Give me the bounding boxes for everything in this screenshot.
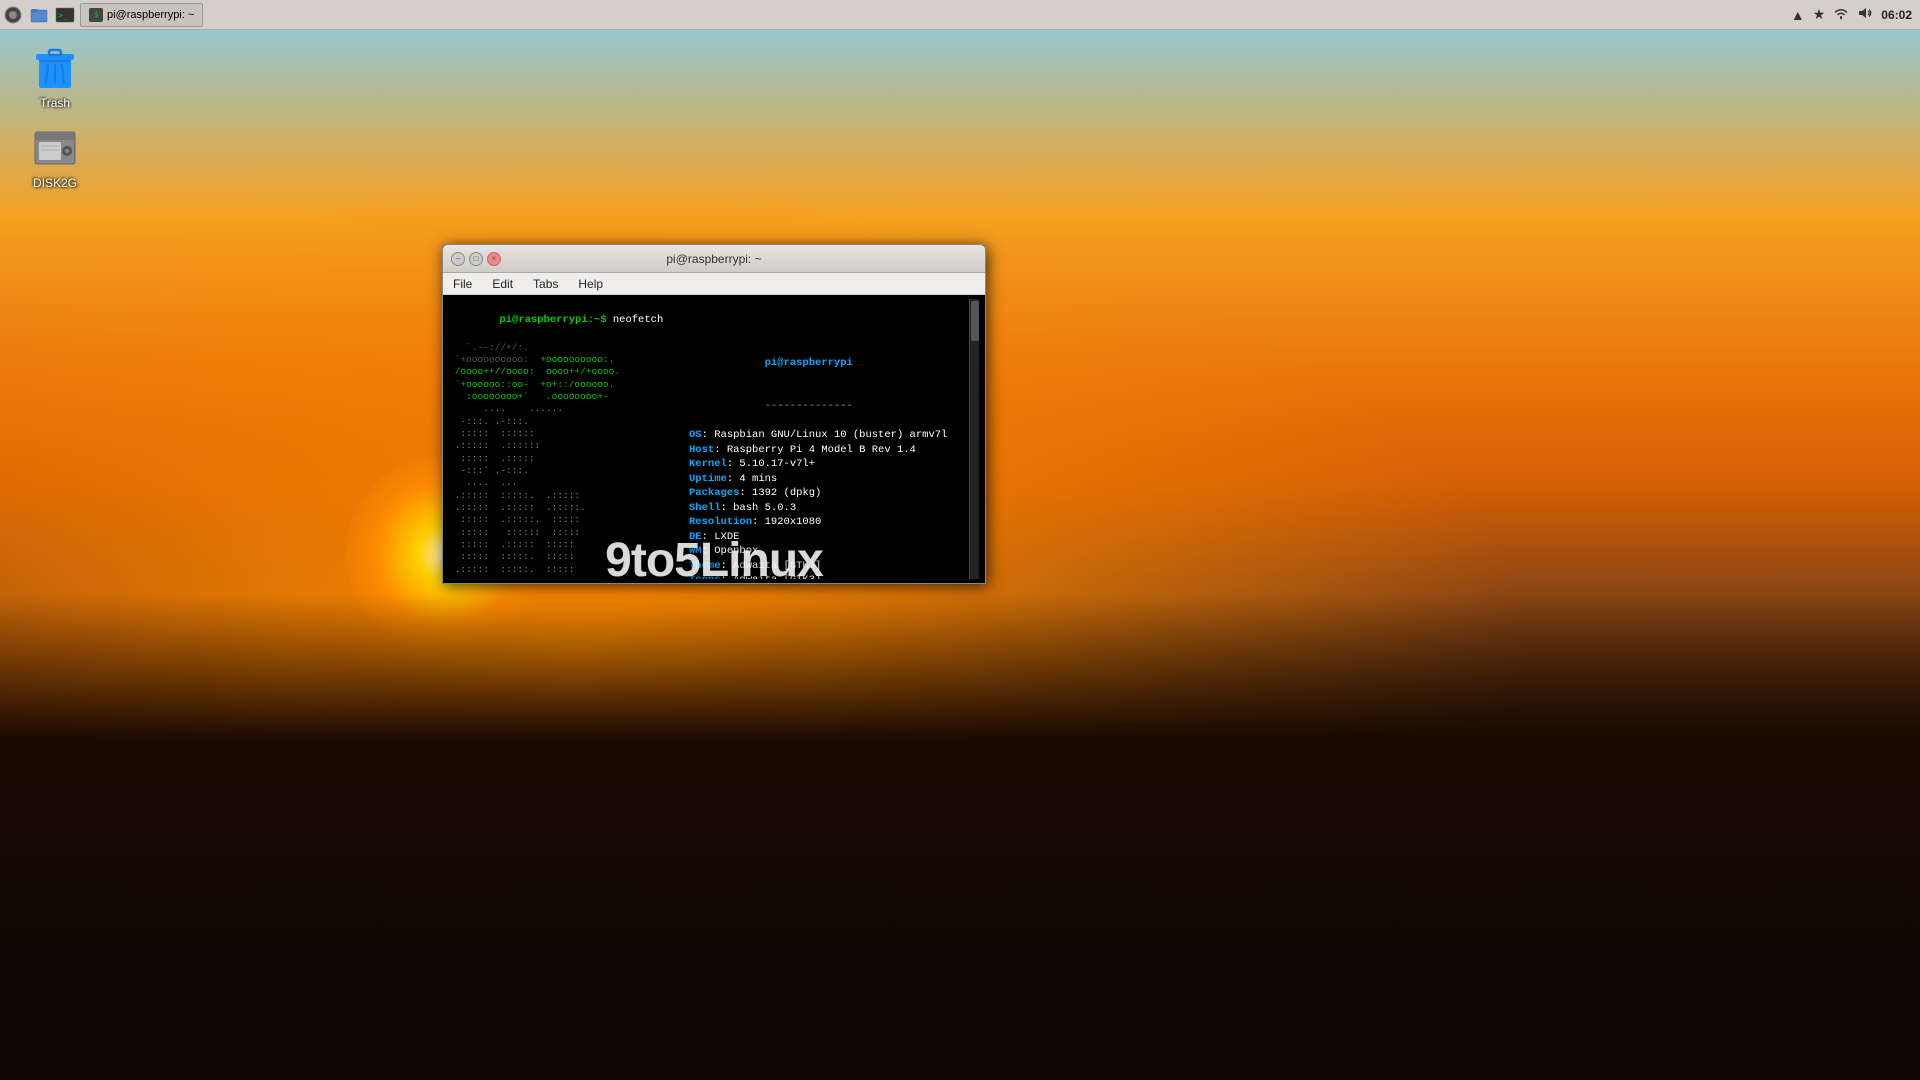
terminal-prompt-line: pi@raspberrypi:~$ neofetch xyxy=(449,299,969,342)
watermark-text: 9to5Linux xyxy=(605,533,823,588)
terminal-titlebar: – □ × pi@raspberrypi: ~ xyxy=(443,245,985,273)
taskbar: >_ $ pi@raspberrypi: ~ ▲ ★ xyxy=(0,0,1920,30)
trash-icon-image xyxy=(31,44,79,92)
terminal-window-title: pi@raspberrypi: ~ xyxy=(666,252,761,266)
terminal-menubar: File Edit Tabs Help xyxy=(443,273,985,295)
win-minimize-btn[interactable]: – xyxy=(451,252,465,266)
wifi-icon[interactable] xyxy=(1833,6,1849,23)
win-close-btn[interactable]: × xyxy=(487,252,501,266)
terminal-scrollbar[interactable] xyxy=(969,299,979,579)
info-packages: Packages: 1392 (dpkg) xyxy=(689,486,969,500)
desktop-icon-trash[interactable]: Trash xyxy=(15,40,95,114)
clock: 06:02 xyxy=(1881,8,1912,22)
temple-silhouette xyxy=(0,594,1920,1080)
terminal-window: – □ × pi@raspberrypi: ~ File Edit Tabs H… xyxy=(442,244,986,584)
terminal-btn-label: pi@raspberrypi: ~ xyxy=(107,9,194,21)
info-shell: Shell: bash 5.0.3 xyxy=(689,501,969,515)
info-resolution: Resolution: 1920x1080 xyxy=(689,515,969,529)
scrollbar-thumb[interactable] xyxy=(971,301,979,341)
taskbar-system-icon[interactable] xyxy=(2,4,24,26)
win-maximize-btn[interactable]: □ xyxy=(469,252,483,266)
info-uptime: Uptime: 4 mins xyxy=(689,472,969,486)
info-hostname: pi@raspberrypi xyxy=(689,342,969,385)
trash-icon-label: Trash xyxy=(40,96,70,110)
info-os: OS: Raspbian GNU/Linux 10 (buster) armv7… xyxy=(689,428,969,442)
bluetooth-icon[interactable]: ★ xyxy=(1813,6,1826,23)
disk-icon-image xyxy=(31,124,79,172)
taskbar-file-manager-icon[interactable] xyxy=(28,4,50,26)
updates-icon[interactable]: ▲ xyxy=(1791,7,1805,23)
menu-file[interactable]: File xyxy=(449,275,476,293)
menu-help[interactable]: Help xyxy=(574,275,607,293)
volume-icon[interactable] xyxy=(1857,6,1873,23)
menu-tabs[interactable]: Tabs xyxy=(529,275,562,293)
info-host: Host: Raspberry Pi 4 Model B Rev 1.4 xyxy=(689,443,969,457)
desktop-icon-disk[interactable]: DISK2G xyxy=(15,120,95,194)
taskbar-terminal-button[interactable]: $ pi@raspberrypi: ~ xyxy=(80,3,203,27)
info-kernel: Kernel: 5.10.17-v7l+ xyxy=(689,457,969,471)
taskbar-system-tray: ▲ ★ 06:02 xyxy=(1791,6,1920,23)
terminal-btn-icon: $ xyxy=(89,8,103,22)
disk-icon-label: DISK2G xyxy=(33,176,77,190)
svg-text:>_: >_ xyxy=(58,11,68,20)
menu-edit[interactable]: Edit xyxy=(488,275,517,293)
taskbar-terminal-icon[interactable]: >_ xyxy=(54,4,76,26)
info-separator: -------------- xyxy=(689,385,969,428)
